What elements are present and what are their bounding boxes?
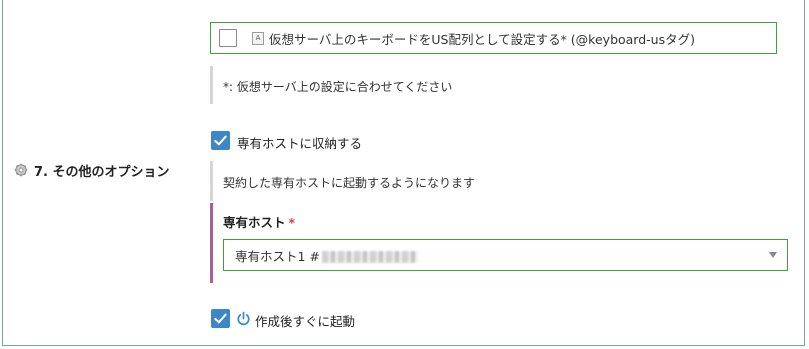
dedicated-host-select-value: 専有ホスト1 # [235,246,418,265]
boot-after-create-label[interactable]: 作成後すぐに起動 [255,311,355,330]
keyboard-icon: A [252,31,264,45]
keyboard-us-option[interactable]: A 仮想サーバ上のキーボードをUS配列として設定する* (@keyboard-u… [210,22,777,54]
chevron-down-icon[interactable] [769,252,777,258]
note-divider [210,66,213,104]
dedicated-host-option-label[interactable]: 専有ホストに収納する [237,133,362,152]
dedicated-host-field-label: 専有ホスト * [223,212,295,231]
required-mark: * [288,215,296,230]
keyboard-us-checkbox[interactable] [219,29,237,47]
field-indicator-bar [210,203,213,283]
redacted-host-id [321,251,418,263]
dedicated-host-note: 契約した専有ホストに起動するようになります [223,176,476,190]
checkmark-icon [214,313,227,324]
note-divider [210,161,213,201]
keyboard-us-label[interactable]: 仮想サーバ上のキーボードをUS配列として設定する* (@keyboard-usタ… [269,29,695,48]
checkmark-icon [214,135,227,146]
selected-host-name: 専有ホスト1 # [235,248,320,264]
power-icon [237,311,250,326]
section-title: 7. その他のオプション [14,160,170,180]
section-title-text: 7. その他のオプション [34,164,170,180]
dedicated-host-select[interactable]: 専有ホスト1 # [223,239,788,271]
gear-icon [14,163,28,177]
dedicated-host-checkbox[interactable] [211,131,230,150]
keyboard-note: *: 仮想サーバ上の設定に合わせてください [223,80,453,94]
dedicated-host-field-label-text: 専有ホスト [223,215,286,230]
boot-after-create-checkbox[interactable] [211,309,230,328]
